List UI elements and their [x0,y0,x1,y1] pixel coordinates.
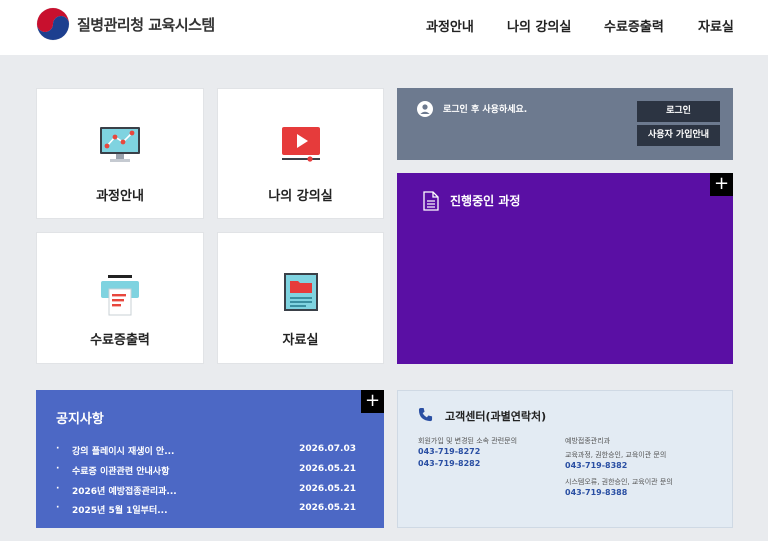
phone-icon [418,407,433,422]
contact-right-heading: 예방접종관리과 [565,437,611,445]
login-message: 로그인 후 사용하세요. [443,105,528,115]
notice-item-date: 2026.05.21 [299,484,356,494]
folder-document-icon [283,273,318,311]
course-more-button[interactable]: + [710,173,733,196]
notice-item-title: 2026년 예방접종관리과... [72,487,177,497]
notice-item-title: 강의 플레이시 재생이 안... [72,447,175,457]
nav-course-info[interactable]: 과정안내 [426,16,474,35]
user-icon [417,101,433,117]
monitor-chart-icon [100,127,140,162]
contact-right-desc: 교육과정, 권한승인, 교육이관 문의 [565,451,667,459]
notice-item[interactable]: · 2025년 5월 1일부터... 2026.05.21 [56,503,356,519]
printer-icon [101,275,139,316]
bullet: · [56,444,60,454]
notice-item-date: 2026.05.21 [299,503,356,513]
tile-label: 나의 강의실 [268,189,333,204]
document-icon [423,191,439,211]
notice-panel: 공지사항 + · 강의 플레이시 재생이 안... 2026.07.03 · 수… [36,390,384,528]
contact-number[interactable]: 043-719-8382 [565,461,627,470]
government-logo-icon[interactable] [36,7,70,41]
tile-resources[interactable]: 자료실 [217,232,384,364]
contact-title: 고객센터(과별연락처) [445,410,547,423]
nav-resources[interactable]: 자료실 [698,16,734,35]
video-play-icon [281,127,320,162]
bullet: · [56,484,60,494]
in-progress-course-panel: 진행중인 과정 + [397,173,733,364]
notice-item[interactable]: · 2026년 예방접종관리과... 2026.05.21 [56,484,356,500]
nav-my-classroom[interactable]: 나의 강의실 [507,16,571,35]
login-panel: 로그인 후 사용하세요. 로그인 사용자 가입안내 [397,88,733,160]
tile-certificate-print[interactable]: 수료증출력 [36,232,204,364]
notice-item-date: 2026.05.21 [299,464,356,474]
notice-item-date: 2026.07.03 [299,444,356,454]
contact-number[interactable]: 043-719-8272 [418,447,480,456]
contact-right-desc: 시스템오류, 권한승인, 교육이관 문의 [565,478,673,486]
tile-course-info[interactable]: 과정안내 [36,88,204,219]
contact-number[interactable]: 043-719-8282 [418,459,480,468]
notice-item-title: 2025년 5월 1일부터... [72,506,168,516]
notice-more-button[interactable]: + [361,390,384,413]
site-title[interactable]: 질병관리청 교육시스템 [77,14,215,35]
course-panel-title: 진행중인 과정 [450,194,521,208]
notice-item-title: 수료증 이관관련 안내사항 [72,467,170,477]
signup-guide-button[interactable]: 사용자 가입안내 [637,125,720,146]
notice-item[interactable]: · 강의 플레이시 재생이 안... 2026.07.03 [56,444,356,460]
login-button[interactable]: 로그인 [637,101,720,122]
tile-label: 수료증출력 [90,333,150,348]
header: 질병관리청 교육시스템 과정안내 나의 강의실 수료증출력 자료실 [0,0,768,55]
customer-center-panel: 고객센터(과별연락처) 회원가입 및 변경된 소속 관련문의 043-719-8… [397,390,733,528]
tile-label: 과정안내 [96,189,144,204]
tile-my-classroom[interactable]: 나의 강의실 [217,88,384,219]
bullet: · [56,503,60,513]
notice-title: 공지사항 [56,412,104,427]
footer-strip [0,541,768,547]
contact-number[interactable]: 043-719-8388 [565,488,627,497]
contact-left-desc: 회원가입 및 변경된 소속 관련문의 [418,437,518,445]
bullet: · [56,464,60,474]
nav-certificate-print[interactable]: 수료증출력 [604,16,664,35]
notice-item[interactable]: · 수료증 이관관련 안내사항 2026.05.21 [56,464,356,480]
tile-label: 자료실 [282,333,319,348]
